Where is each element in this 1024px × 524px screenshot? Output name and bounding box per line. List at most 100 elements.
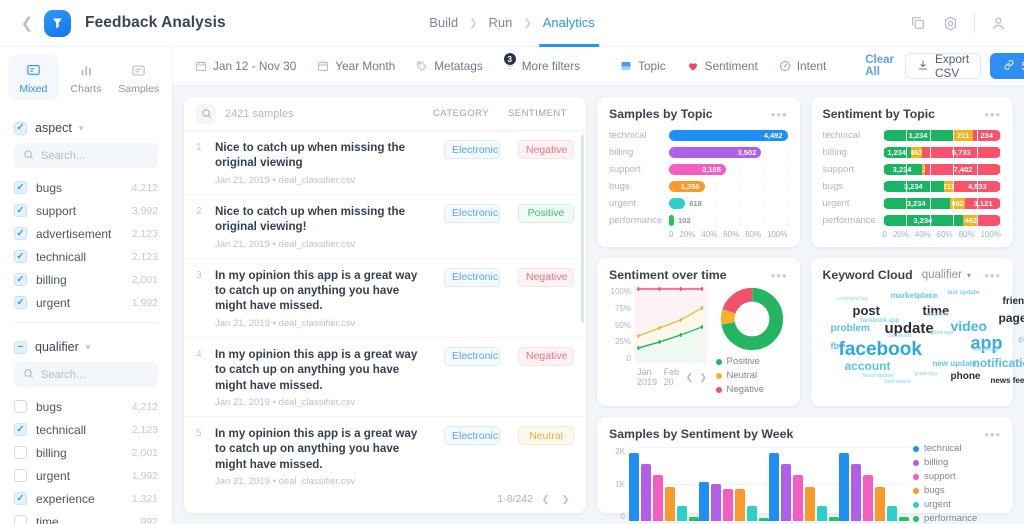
card-menu-icon[interactable]: ••• <box>771 269 788 282</box>
list-item[interactable]: experience 1,321 <box>14 487 158 510</box>
facet-item-checkbox[interactable] <box>14 181 27 194</box>
facet-item-checkbox[interactable] <box>14 273 27 286</box>
table-row[interactable]: 5 In my opinion this app is a great way … <box>184 417 586 485</box>
list-item[interactable]: technicall 2,123 <box>14 245 158 268</box>
user-icon[interactable] <box>989 14 1008 33</box>
column-chart-plot[interactable] <box>629 447 909 521</box>
bar-performance[interactable] <box>689 517 699 521</box>
facet-aspect-search-input[interactable] <box>41 149 149 162</box>
bar-support[interactable] <box>793 475 803 521</box>
bar-technical[interactable] <box>769 453 779 521</box>
filter-date-range[interactable]: Jan 12 - Nov 30 <box>186 54 305 78</box>
list-item[interactable]: billing 2,001 <box>14 268 158 291</box>
facet-item-checkbox[interactable] <box>14 227 27 240</box>
facet-item-checkbox[interactable] <box>14 469 27 482</box>
keyword-cloud-word[interactable]: news line <box>927 313 950 318</box>
table-row[interactable]: 3 In my opinion this app is a great way … <box>184 259 586 338</box>
facet-aspect-checkbox[interactable] <box>14 121 27 135</box>
row-sentiment-tag[interactable]: Neutral <box>518 426 574 446</box>
tab-mixed[interactable]: Mixed <box>8 55 59 100</box>
facet-item-checkbox[interactable] <box>14 296 27 309</box>
bar-billing[interactable] <box>851 464 861 521</box>
list-item[interactable]: time 992 <box>14 510 158 524</box>
bar-urgent[interactable] <box>817 506 827 521</box>
keyword-cloud-word[interactable]: great app <box>915 372 938 377</box>
breadcrumb-analytics[interactable]: Analytics <box>538 15 599 47</box>
bar-technical[interactable] <box>629 453 639 521</box>
bar-bugs[interactable] <box>665 487 675 521</box>
list-item[interactable]: urgent 1,992 <box>14 464 158 487</box>
filter-topic[interactable]: Topic <box>611 54 675 78</box>
keyword-cloud-word[interactable]: new one <box>919 295 939 300</box>
keyword-cloud-word[interactable]: best movie <box>885 380 911 385</box>
bar-urgent[interactable] <box>677 506 687 521</box>
list-scrollbar[interactable] <box>581 135 584 323</box>
pagination-prev[interactable]: ❮ <box>538 492 553 507</box>
list-item[interactable]: technicall 2,123 <box>14 418 158 441</box>
bar-fill[interactable]: 1,356 <box>669 180 705 192</box>
list-item[interactable]: bugs 4,212 <box>14 395 158 418</box>
export-csv-button[interactable]: Export CSV <box>905 52 982 80</box>
bar-bugs[interactable] <box>875 487 885 521</box>
bar-performance[interactable] <box>759 518 769 521</box>
keyword-cloud-word[interactable]: good app <box>931 331 954 336</box>
filter-intent[interactable]: Intent <box>770 54 836 78</box>
donut-chart[interactable] <box>720 287 784 351</box>
list-item[interactable]: advertisement 2,123 <box>14 222 158 245</box>
list-item[interactable]: bugs 4,212 <box>14 176 158 199</box>
row-category-tag[interactable]: Electronic <box>444 426 500 446</box>
back-button[interactable]: ❮ <box>16 14 38 32</box>
facet-item-checkbox[interactable] <box>14 446 27 459</box>
facet-qualifier-checkbox[interactable] <box>14 340 27 354</box>
keyword-cloud-word[interactable]: comments <box>1019 336 1024 344</box>
keyword-cloud[interactable]: facebookappupdatevideonotificationaccoun… <box>823 284 1024 385</box>
bar-fill[interactable] <box>669 197 686 209</box>
chevron-down-icon[interactable]: ▾ <box>79 123 84 134</box>
keyword-cloud-selector[interactable]: qualifier ▾ <box>922 269 971 281</box>
bar-urgent[interactable] <box>747 506 757 521</box>
keyword-cloud-word[interactable]: new update <box>933 360 977 368</box>
line-chart-plot[interactable] <box>635 287 708 363</box>
bar-support[interactable] <box>723 489 733 521</box>
bar-performance[interactable] <box>829 517 839 521</box>
share-button[interactable]: Share <box>990 53 1024 79</box>
row-category-tag[interactable]: Electronic <box>444 203 500 223</box>
pagination-next[interactable]: ❯ <box>558 492 573 507</box>
keyword-cloud-word[interactable]: facebook <box>839 340 922 359</box>
keyword-cloud-word[interactable]: fb <box>831 342 840 351</box>
filter-year-month[interactable]: Year Month <box>308 54 404 78</box>
clear-all-button[interactable]: Clear All <box>857 50 902 82</box>
tab-charts[interactable]: Charts <box>61 55 112 100</box>
keyword-cloud-word[interactable]: bad mode <box>889 334 913 339</box>
bar-fill[interactable] <box>669 214 674 226</box>
facet-item-checkbox[interactable] <box>14 423 27 436</box>
bar-support[interactable] <box>653 475 663 521</box>
facet-item-checkbox[interactable] <box>14 492 27 505</box>
list-item[interactable]: support 3,992 <box>14 199 158 222</box>
facet-item-checkbox[interactable] <box>14 204 27 217</box>
row-category-tag[interactable]: Electronic <box>444 140 500 159</box>
card-menu-icon[interactable]: ••• <box>771 108 788 121</box>
bar-performance[interactable] <box>899 517 909 521</box>
tab-samples[interactable]: Samples <box>113 55 164 100</box>
table-row[interactable]: 4 In my opinion this app is a great way … <box>184 338 586 418</box>
bar-technical[interactable] <box>699 482 709 521</box>
facet-item-checkbox[interactable] <box>14 515 27 524</box>
keyword-cloud-word[interactable]: page <box>999 312 1024 324</box>
row-category-tag[interactable]: Electronic <box>444 267 500 287</box>
keyword-cloud-word[interactable]: news feed <box>991 377 1024 385</box>
facet-item-checkbox[interactable] <box>14 400 27 413</box>
facet-qualifier-header[interactable]: qualifier ▾ <box>14 331 158 361</box>
facet-item-checkbox[interactable] <box>14 250 27 263</box>
bar-fill[interactable]: 2,155 <box>669 163 726 175</box>
samples-search-input[interactable]: 2421 samples <box>225 108 294 120</box>
bar-fill[interactable]: 3,502 <box>669 146 762 158</box>
keyword-cloud-word[interactable]: facebook app <box>861 318 900 324</box>
keyword-cloud-word[interactable]: account <box>845 360 891 372</box>
bar-technical[interactable] <box>839 453 849 521</box>
card-menu-icon[interactable]: ••• <box>984 428 1001 441</box>
bar-billing[interactable] <box>641 464 651 521</box>
bar-urgent[interactable] <box>887 506 897 521</box>
keyword-cloud-word[interactable]: last update <box>948 290 980 296</box>
chart-next-button[interactable]: ❯ <box>699 370 708 385</box>
